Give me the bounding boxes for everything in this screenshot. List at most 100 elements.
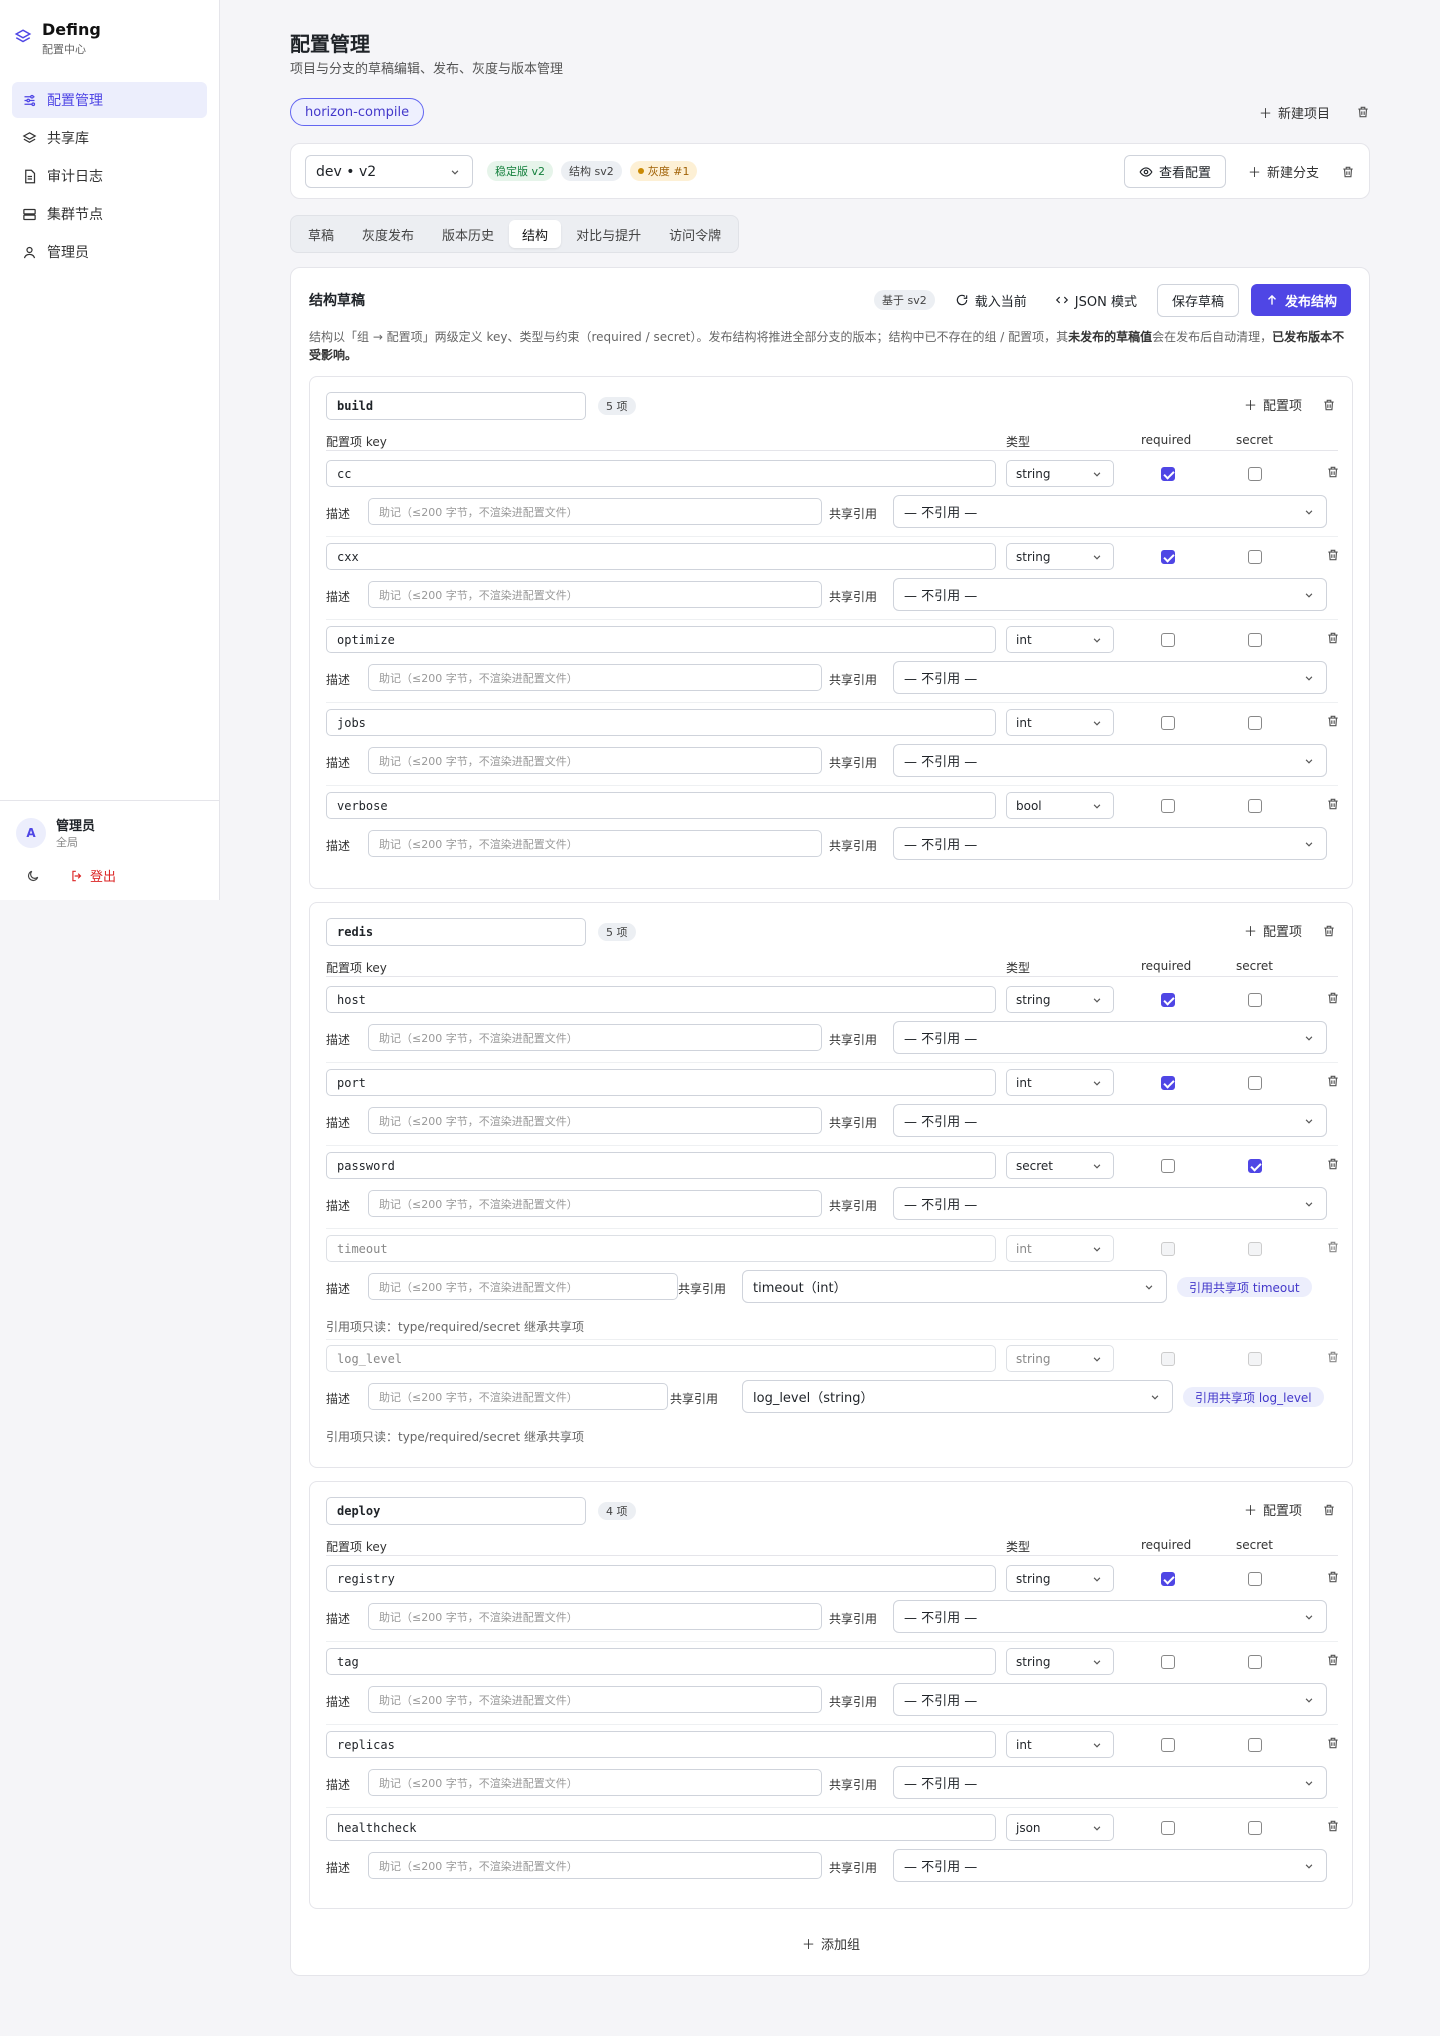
desc-input[interactable]: 助记（≤200 字节，不渲染进配置文件） bbox=[368, 1769, 822, 1796]
tab-history[interactable]: 版本历史 bbox=[429, 220, 507, 248]
share-ref-select[interactable]: — 不引用 — bbox=[893, 1849, 1327, 1882]
add-item-button[interactable]: ＋ 配置项 bbox=[1244, 1500, 1302, 1519]
trash-icon[interactable] bbox=[1326, 1653, 1340, 1671]
item-key-input[interactable]: jobs bbox=[326, 709, 996, 736]
required-checkbox[interactable] bbox=[1161, 1821, 1175, 1835]
branch-select[interactable]: dev • v2 bbox=[305, 155, 473, 188]
group-name-input[interactable]: deploy bbox=[326, 1497, 586, 1525]
trash-icon[interactable] bbox=[1326, 631, 1340, 649]
item-key-input[interactable]: port bbox=[326, 1069, 996, 1096]
secret-checkbox[interactable] bbox=[1248, 799, 1262, 813]
item-type-select[interactable]: secret bbox=[1006, 1152, 1114, 1179]
item-type-select[interactable]: int bbox=[1006, 709, 1114, 736]
item-key-input[interactable]: host bbox=[326, 986, 996, 1013]
item-key-input[interactable]: password bbox=[326, 1152, 996, 1179]
load-current-button[interactable]: 载入当前 bbox=[947, 291, 1035, 310]
logout-button[interactable]: 登出 bbox=[70, 866, 116, 885]
secret-checkbox[interactable] bbox=[1248, 1159, 1262, 1173]
item-key-input[interactable]: cxx bbox=[326, 543, 996, 570]
required-checkbox[interactable] bbox=[1161, 799, 1175, 813]
trash-icon[interactable] bbox=[1356, 105, 1370, 119]
trash-icon[interactable] bbox=[1322, 398, 1336, 412]
trash-icon[interactable] bbox=[1326, 1240, 1340, 1258]
desc-input[interactable]: 助记（≤200 字节，不渲染进配置文件） bbox=[368, 1107, 822, 1134]
trash-icon[interactable] bbox=[1326, 1819, 1340, 1837]
item-key-input[interactable]: optimize bbox=[326, 626, 996, 653]
trash-icon[interactable] bbox=[1341, 165, 1355, 179]
item-type-select[interactable]: int bbox=[1006, 626, 1114, 653]
add-item-button[interactable]: ＋ 配置项 bbox=[1244, 395, 1302, 414]
trash-icon[interactable] bbox=[1326, 465, 1340, 483]
share-ref-select[interactable]: — 不引用 — bbox=[893, 1600, 1327, 1633]
item-type-select[interactable]: int bbox=[1006, 1731, 1114, 1758]
share-ref-select[interactable]: — 不引用 — bbox=[893, 495, 1327, 528]
required-checkbox[interactable] bbox=[1161, 550, 1175, 564]
secret-checkbox[interactable] bbox=[1248, 633, 1262, 647]
trash-icon[interactable] bbox=[1326, 1736, 1340, 1754]
item-type-select[interactable]: json bbox=[1006, 1814, 1114, 1841]
required-checkbox[interactable] bbox=[1161, 467, 1175, 481]
desc-input[interactable]: 助记（≤200 字节，不渲染进配置文件） bbox=[368, 498, 822, 525]
secret-checkbox[interactable] bbox=[1248, 1821, 1262, 1835]
item-key-input[interactable]: cc bbox=[326, 460, 996, 487]
tab-compare[interactable]: 对比与提升 bbox=[563, 220, 654, 248]
item-type-select[interactable]: string bbox=[1006, 986, 1114, 1013]
trash-icon[interactable] bbox=[1326, 1157, 1340, 1175]
secret-checkbox[interactable] bbox=[1248, 550, 1262, 564]
trash-icon[interactable] bbox=[1326, 1570, 1340, 1588]
json-mode-button[interactable]: JSON 模式 bbox=[1047, 291, 1145, 310]
item-type-select[interactable]: string bbox=[1006, 543, 1114, 570]
group-name-input[interactable]: redis bbox=[326, 918, 586, 946]
required-checkbox[interactable] bbox=[1161, 1076, 1175, 1090]
sidebar-item-config[interactable]: 配置管理 bbox=[12, 82, 207, 118]
trash-icon[interactable] bbox=[1326, 714, 1340, 732]
trash-icon[interactable] bbox=[1326, 548, 1340, 566]
share-ref-select[interactable]: log_level（string） bbox=[742, 1380, 1173, 1413]
secret-checkbox[interactable] bbox=[1248, 467, 1262, 481]
view-config-button[interactable]: 查看配置 bbox=[1123, 155, 1226, 188]
desc-input[interactable]: 助记（≤200 字节，不渲染进配置文件） bbox=[368, 830, 822, 857]
secret-checkbox[interactable] bbox=[1248, 1655, 1262, 1669]
item-type-select[interactable]: string bbox=[1006, 1648, 1114, 1675]
desc-input[interactable]: 助记（≤200 字节，不渲染进配置文件） bbox=[368, 1686, 822, 1713]
share-ref-select[interactable]: timeout（int） bbox=[742, 1270, 1167, 1303]
desc-input[interactable]: 助记（≤200 字节，不渲染进配置文件） bbox=[368, 1190, 822, 1217]
add-group-button[interactable]: ＋ 添加组 bbox=[291, 1934, 1371, 1953]
desc-input[interactable]: 助记（≤200 字节，不渲染进配置文件） bbox=[368, 1273, 678, 1300]
sidebar-item-audit[interactable]: 审计日志 bbox=[12, 158, 207, 194]
new-project-button[interactable]: ＋ 新建项目 bbox=[1259, 103, 1330, 122]
secret-checkbox[interactable] bbox=[1248, 716, 1262, 730]
share-ref-select[interactable]: — 不引用 — bbox=[893, 1104, 1327, 1137]
required-checkbox[interactable] bbox=[1161, 1572, 1175, 1586]
share-ref-select[interactable]: — 不引用 — bbox=[893, 578, 1327, 611]
trash-icon[interactable] bbox=[1326, 1350, 1340, 1368]
share-ref-select[interactable]: — 不引用 — bbox=[893, 1766, 1327, 1799]
tab-draft[interactable]: 草稿 bbox=[295, 220, 347, 248]
item-type-select[interactable]: string bbox=[1006, 1565, 1114, 1592]
desc-input[interactable]: 助记（≤200 字节，不渲染进配置文件） bbox=[368, 1852, 822, 1879]
share-ref-select[interactable]: — 不引用 — bbox=[893, 1683, 1327, 1716]
secret-checkbox[interactable] bbox=[1248, 993, 1262, 1007]
required-checkbox[interactable] bbox=[1161, 1159, 1175, 1173]
desc-input[interactable]: 助记（≤200 字节，不渲染进配置文件） bbox=[368, 747, 822, 774]
save-draft-button[interactable]: 保存草稿 bbox=[1156, 283, 1239, 317]
sidebar-item-shared[interactable]: 共享库 bbox=[12, 120, 207, 156]
secret-checkbox[interactable] bbox=[1248, 1076, 1262, 1090]
moon-icon[interactable] bbox=[26, 869, 40, 883]
tab-schema[interactable]: 结构 bbox=[509, 220, 562, 248]
share-ref-select[interactable]: — 不引用 — bbox=[893, 827, 1327, 860]
share-ref-select[interactable]: — 不引用 — bbox=[893, 1021, 1327, 1054]
item-key-input[interactable]: replicas bbox=[326, 1731, 996, 1758]
trash-icon[interactable] bbox=[1326, 797, 1340, 815]
required-checkbox[interactable] bbox=[1161, 716, 1175, 730]
share-ref-select[interactable]: — 不引用 — bbox=[893, 1187, 1327, 1220]
secret-checkbox[interactable] bbox=[1248, 1738, 1262, 1752]
trash-icon[interactable] bbox=[1326, 991, 1340, 1009]
publish-schema-button[interactable]: 发布结构 bbox=[1250, 284, 1351, 316]
item-key-input[interactable]: verbose bbox=[326, 792, 996, 819]
add-item-button[interactable]: ＋ 配置项 bbox=[1244, 921, 1302, 940]
desc-input[interactable]: 助记（≤200 字节，不渲染进配置文件） bbox=[368, 1603, 822, 1630]
secret-checkbox[interactable] bbox=[1248, 1572, 1262, 1586]
group-name-input[interactable]: build bbox=[326, 392, 586, 420]
desc-input[interactable]: 助记（≤200 字节，不渲染进配置文件） bbox=[368, 1383, 668, 1410]
